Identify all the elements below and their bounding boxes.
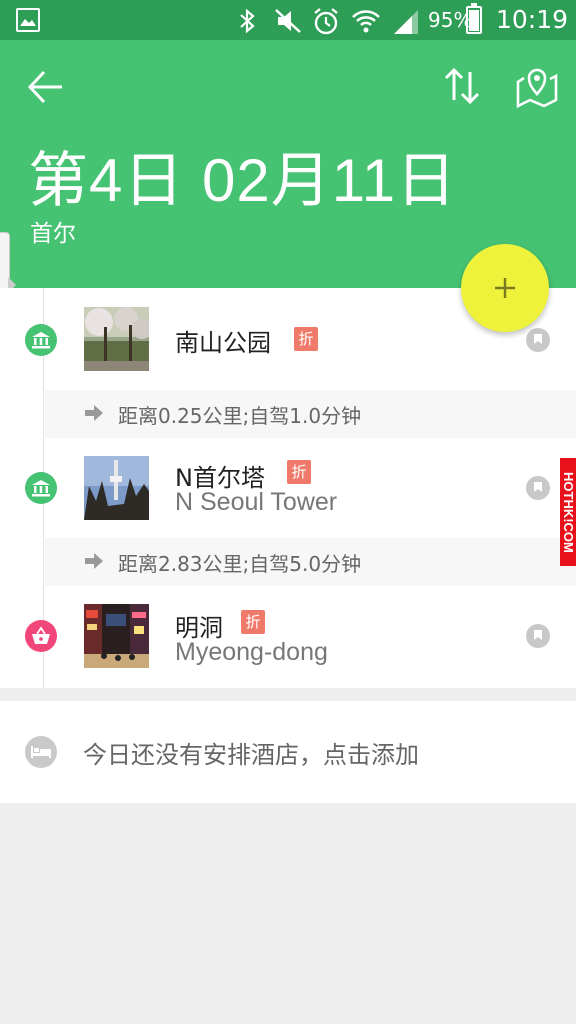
distance-text: 距离0.25公里;自驾1.0分钟 [118, 404, 362, 428]
watermark: HOTHK!COM [560, 458, 576, 566]
add-hotel-text: 今日还没有安排酒店，点击添加 [83, 741, 419, 769]
status-bar: 95% 10:19 [0, 0, 576, 40]
alarm-icon [314, 8, 338, 35]
place-thumbnail [84, 604, 149, 668]
shopping-basket-icon [25, 620, 57, 652]
list-item[interactable]: N首尔塔 折 N Seoul Tower [0, 438, 576, 538]
museum-icon [25, 324, 57, 356]
add-hotel-row[interactable]: 今日还没有安排酒店，点击添加 [0, 701, 576, 803]
back-arrow-icon[interactable] [22, 64, 68, 110]
place-subtitle: Myeong-dong [175, 638, 328, 666]
place-name: 南山公园 [175, 329, 271, 357]
museum-icon [25, 472, 57, 504]
place-subtitle: N Seoul Tower [175, 488, 338, 516]
wifi-icon [352, 10, 380, 33]
city-label: 首尔 [30, 221, 76, 247]
place-thumbnail [84, 456, 149, 520]
bookmark-icon[interactable] [526, 476, 550, 500]
gallery-icon [16, 8, 40, 32]
distance-info: 距离2.83公里;自驾5.0分钟 [45, 538, 576, 586]
discount-badge: 折 [294, 327, 318, 351]
bluetooth-icon [240, 8, 255, 34]
distance-info: 距离0.25公里;自驾1.0分钟 [45, 390, 576, 438]
plus-icon [495, 278, 515, 298]
clock: 10:19 [496, 5, 569, 34]
discount-badge: 折 [287, 460, 311, 484]
battery-icon [466, 3, 482, 34]
route-arrow-icon [85, 553, 103, 569]
page-title: 第4日 02月11日 [28, 147, 458, 214]
distance-text: 距离2.83公里;自驾5.0分钟 [118, 552, 362, 576]
bed-icon [25, 736, 57, 768]
sort-icon[interactable] [440, 64, 484, 108]
place-thumbnail [84, 307, 149, 371]
add-place-button[interactable] [461, 244, 549, 332]
list-item[interactable]: 明洞 折 Myeong-dong [0, 586, 576, 688]
map-icon[interactable] [514, 64, 560, 110]
mute-icon [275, 9, 301, 33]
signal-icon [394, 10, 418, 34]
discount-badge: 折 [241, 610, 265, 634]
route-arrow-icon [85, 405, 103, 421]
bookmark-icon[interactable] [526, 624, 550, 648]
bookmark-icon[interactable] [526, 328, 550, 352]
